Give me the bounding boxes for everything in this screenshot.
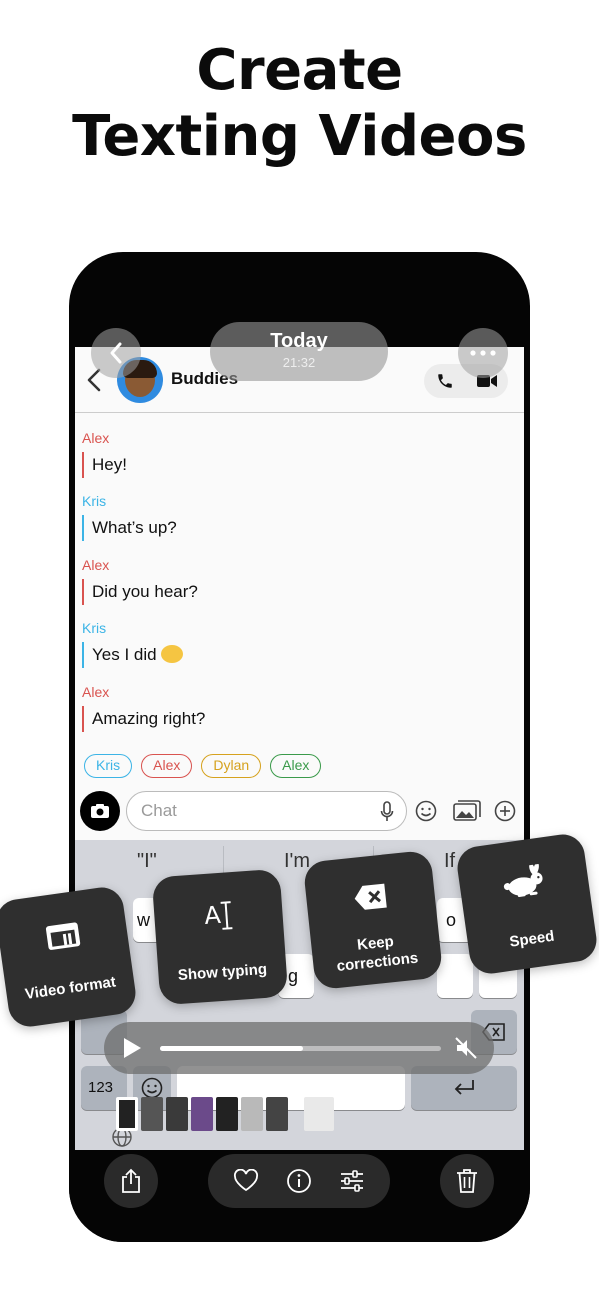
- more-icon: [470, 350, 496, 356]
- video-format-icon: [0, 914, 128, 958]
- time-label: 21:32: [282, 355, 316, 370]
- share-icon: [122, 1168, 140, 1193]
- rabbit-icon: [458, 857, 589, 907]
- keyboard-suggestion[interactable]: If: [444, 850, 455, 873]
- chevron-left-icon: [110, 342, 122, 364]
- sender-chips: Kris Alex Dylan Alex: [84, 754, 322, 778]
- chat-input[interactable]: [141, 801, 361, 821]
- gallery-icon[interactable]: [453, 799, 481, 823]
- thumbnail[interactable]: [304, 1097, 334, 1131]
- message: Kris Yes I did: [82, 620, 183, 668]
- microphone-icon[interactable]: [380, 801, 394, 823]
- message-text: What’s up?: [92, 518, 177, 537]
- show-typing-card[interactable]: A Show typing: [151, 868, 289, 1006]
- keyboard-suggestion[interactable]: "I": [137, 850, 157, 873]
- date-label: Today: [270, 330, 328, 352]
- share-button[interactable]: [104, 1154, 158, 1208]
- message-sender: Alex: [82, 557, 110, 573]
- mute-icon[interactable]: [454, 1036, 478, 1060]
- backspace-icon: [306, 878, 436, 917]
- headline-line-1: Create: [196, 38, 403, 103]
- message: Kris What’s up?: [82, 493, 177, 541]
- camera-button[interactable]: [80, 791, 120, 831]
- bottom-toolbar: [69, 1150, 530, 1242]
- thumbnail[interactable]: [166, 1097, 188, 1131]
- thumbnail[interactable]: [191, 1097, 213, 1131]
- message-text: Amazing right?: [92, 709, 206, 728]
- sliders-icon[interactable]: [339, 1169, 365, 1193]
- card-label: Show typing: [177, 960, 268, 985]
- laughing-emoji-icon: [160, 645, 183, 663]
- card-label: Speed: [508, 927, 556, 951]
- video-format-card[interactable]: Video format: [0, 884, 139, 1030]
- message-text: Yes I did: [92, 645, 157, 664]
- thumbnail[interactable]: [241, 1097, 263, 1131]
- thumbnail[interactable]: [116, 1097, 138, 1131]
- back-button[interactable]: [91, 328, 141, 378]
- trash-icon: [457, 1169, 477, 1193]
- more-button[interactable]: [458, 328, 508, 378]
- thumbnail[interactable]: [216, 1097, 238, 1131]
- headline-line-2: Texting Videos: [72, 104, 527, 169]
- date-pill: Today 21:32: [210, 322, 388, 381]
- message-text: Did you hear?: [92, 582, 198, 601]
- sender-chip[interactable]: Alex: [270, 754, 322, 778]
- text-cursor-icon: A: [154, 897, 284, 936]
- message: Alex Hey!: [82, 430, 127, 478]
- playback-bar: [104, 1022, 494, 1074]
- message-text: Hey!: [92, 455, 127, 474]
- sender-chip[interactable]: Alex: [141, 754, 193, 778]
- speed-card[interactable]: Speed: [454, 831, 599, 977]
- camera-icon: [91, 804, 109, 818]
- headline: Create Texting Videos: [0, 38, 599, 170]
- thumbnail[interactable]: [141, 1097, 163, 1131]
- message: Alex Did you hear?: [82, 557, 198, 605]
- message: Alex Amazing right?: [82, 684, 205, 732]
- smiley-icon[interactable]: [414, 799, 438, 823]
- phone-frame: Buddies Alex Hey! Kris What’s up? Alex D…: [69, 252, 530, 1242]
- message-sender: Alex: [82, 430, 110, 446]
- play-icon[interactable]: [122, 1037, 142, 1059]
- progress-fill: [160, 1046, 304, 1051]
- sender-chip[interactable]: Kris: [84, 754, 133, 778]
- action-pill: [208, 1154, 390, 1208]
- card-label: Keep corrections: [335, 933, 419, 975]
- delete-button[interactable]: [440, 1154, 494, 1208]
- card-label: Video format: [23, 973, 117, 1003]
- frame-thumbnails: [116, 1097, 334, 1131]
- message-sender: Alex: [82, 684, 110, 700]
- add-icon[interactable]: [493, 799, 517, 823]
- phone-icon[interactable]: [424, 364, 466, 398]
- progress-track[interactable]: [160, 1046, 441, 1051]
- message-sender: Kris: [82, 493, 107, 509]
- thumbnail[interactable]: [266, 1097, 288, 1131]
- key[interactable]: [437, 954, 473, 998]
- sender-chip[interactable]: Dylan: [201, 754, 262, 778]
- heart-icon[interactable]: [233, 1169, 259, 1193]
- message-sender: Kris: [82, 620, 107, 636]
- keep-corrections-card[interactable]: Keep corrections: [302, 849, 444, 991]
- chat-input-field[interactable]: [126, 791, 407, 831]
- info-icon[interactable]: [286, 1168, 312, 1194]
- keyboard-suggestion[interactable]: I'm: [284, 850, 310, 873]
